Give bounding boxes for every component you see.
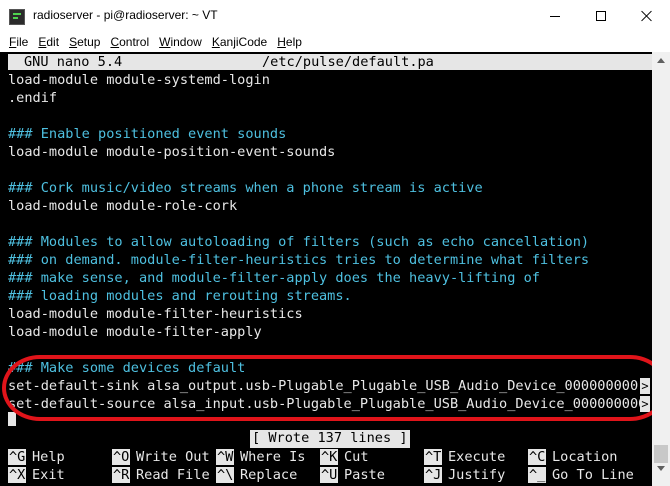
file-line: load-module module-filter-apply [8, 324, 262, 340]
shortcut-key: ^J [424, 467, 443, 483]
set-default-source-line: set-default-source alsa_input.usb-Plugab… [8, 396, 647, 412]
close-button[interactable] [624, 0, 670, 32]
file-line: load-module module-role-cork [8, 198, 238, 214]
menu-window[interactable]: Window [154, 35, 207, 49]
shortcut-label: Cut [344, 449, 369, 465]
file-line: load-module module-filter-heuristics [8, 306, 303, 322]
set-default-sink-line: set-default-sink alsa_output.usb-Plugabl… [8, 378, 639, 394]
menu-control[interactable]: Control [105, 35, 154, 49]
file-line: .endif [8, 90, 58, 106]
menu-setup[interactable]: Setup [64, 35, 105, 49]
minimize-button[interactable] [532, 0, 578, 32]
shortcut-label: Where Is [240, 449, 306, 465]
comment-line: ### Cork music/video streams when a phon… [8, 180, 483, 196]
window-title: radioserver - pi@radioserver: ~ VT [33, 8, 218, 22]
comment-line: ### on demand. module-filter-heuristics … [8, 252, 590, 268]
shortcut-label: Write Out [136, 449, 210, 465]
nano-filename: /etc/pulse/default.pa [262, 54, 434, 70]
title-bar: radioserver - pi@radioserver: ~ VT [0, 0, 670, 32]
maximize-icon [596, 11, 606, 21]
menu-kanjicode[interactable]: KanjiCode [207, 35, 272, 49]
shortcut-label: Go To Line [552, 467, 634, 483]
comment-line: ### Enable positioned event sounds [8, 126, 287, 142]
shortcut-key: ^G [8, 449, 27, 465]
scrollbar-thumb[interactable] [654, 445, 668, 463]
scroll-down-arrow-icon[interactable] [657, 466, 665, 471]
menu-bar: File Edit Setup Control Window KanjiCode… [0, 32, 670, 52]
vertical-scrollbar[interactable] [652, 52, 670, 486]
menu-file[interactable]: File [4, 35, 33, 49]
menu-edit[interactable]: Edit [33, 35, 64, 49]
text-cursor [8, 412, 16, 426]
shortcut-label: Read File [136, 467, 210, 483]
comment-line: ### Modules to allow autoloading of filt… [8, 234, 590, 250]
terminal-screen[interactable]: GNU nano 5.4 /etc/pulse/default.pa load-… [0, 52, 652, 486]
shortcut-label: Location [552, 449, 618, 465]
teraterm-icon[interactable] [9, 9, 25, 25]
comment-line: ### loading modules and rerouting stream… [8, 288, 352, 304]
shortcut-label: Help [32, 449, 65, 465]
shortcut-label: Justify [448, 467, 506, 483]
scroll-up-arrow-icon[interactable] [657, 58, 665, 63]
nano-version: GNU nano 5.4 [24, 54, 123, 70]
comment-line: ### make sense, and module-filter-apply … [8, 270, 540, 286]
shortcut-key: ^O [112, 449, 131, 465]
file-line: load-module module-position-event-sounds [8, 144, 336, 160]
line-overflow-marker: > [640, 396, 650, 412]
shortcut-key: ^U [320, 467, 339, 483]
shortcut-label: Paste [344, 467, 385, 483]
shortcut-key: ^_ [528, 467, 547, 483]
minimize-icon [550, 15, 560, 17]
menu-help[interactable]: Help [272, 35, 307, 49]
shortcut-key: ^C [528, 449, 547, 465]
shortcut-label: Replace [240, 467, 298, 483]
shortcut-label: Execute [448, 449, 506, 465]
maximize-button[interactable] [578, 0, 624, 32]
shortcut-key: ^\ [216, 467, 235, 483]
shortcut-key: ^W [216, 449, 235, 465]
close-icon [641, 10, 653, 22]
status-message: [ Wrote 137 lines ] [250, 430, 410, 448]
shortcut-key: ^R [112, 467, 131, 483]
line-overflow-marker: > [640, 378, 650, 394]
shortcut-key: ^K [320, 449, 339, 465]
shortcut-key: ^X [8, 467, 27, 483]
comment-line: ### Make some devices default [8, 360, 246, 376]
file-line: load-module module-systemd-login [8, 72, 270, 88]
shortcut-label: Exit [32, 467, 65, 483]
shortcut-key: ^T [424, 449, 443, 465]
